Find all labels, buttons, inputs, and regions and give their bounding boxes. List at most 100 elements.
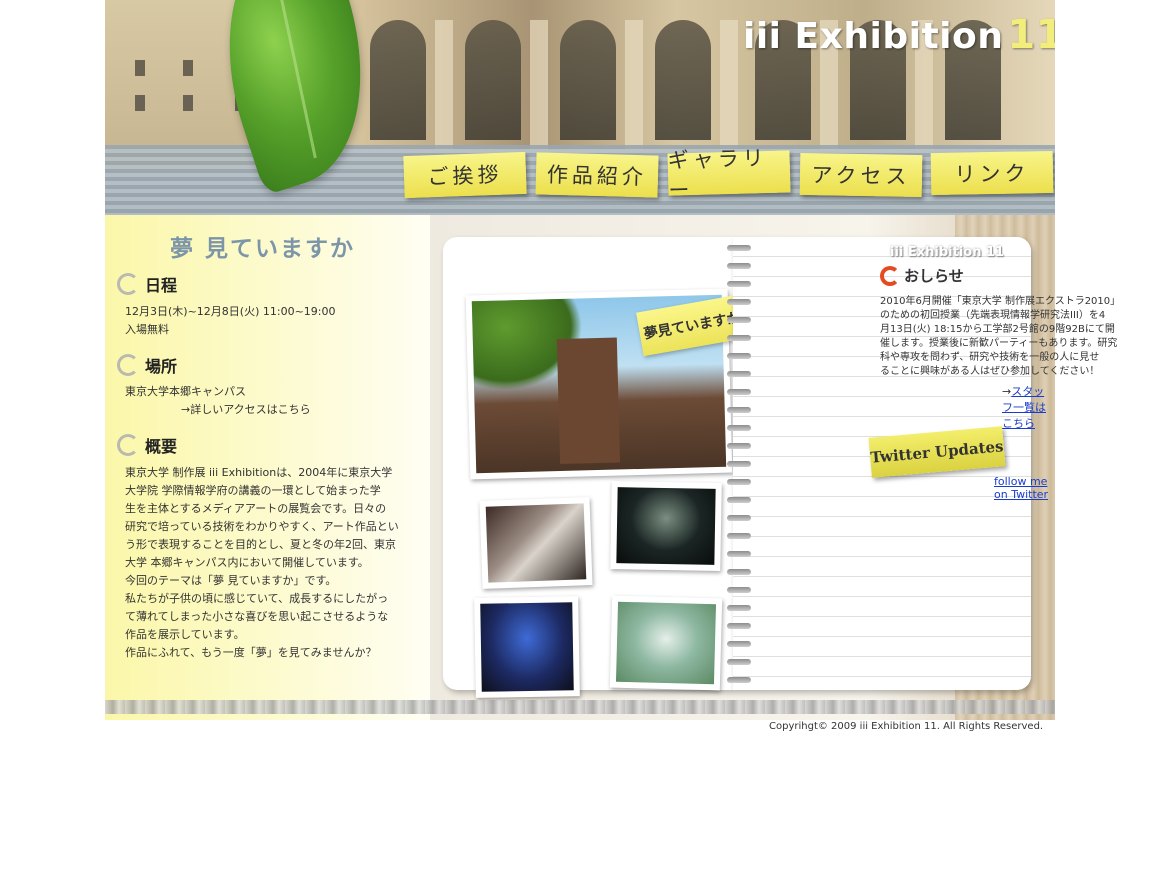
spiral-ring xyxy=(727,551,751,557)
nav-label: リンク xyxy=(954,161,1030,187)
pillar xyxy=(435,20,453,150)
pillar xyxy=(530,20,548,150)
photo-work-2[interactable] xyxy=(610,481,722,571)
work-image xyxy=(615,601,717,685)
swirl-icon xyxy=(117,273,139,295)
spiral-ring xyxy=(727,407,751,413)
site-logo[interactable]: iii Exhibition 11 xyxy=(743,12,1055,58)
staff-link-row: →スタッフ一覧はこちら xyxy=(1002,383,1055,431)
spiral-ring xyxy=(727,245,751,251)
spiral-ring xyxy=(727,605,751,611)
pillar xyxy=(625,20,643,150)
swirl-red-icon xyxy=(880,265,900,286)
spiral-ring xyxy=(727,335,751,341)
building-window xyxy=(135,60,145,76)
logo-text: iii Exhibition xyxy=(743,16,1004,57)
nav-gallery[interactable]: ギャラリー xyxy=(667,146,791,203)
news-heading: おしらせ xyxy=(880,265,964,286)
spiral-ring xyxy=(727,497,751,503)
page: iii Exhibition 11 ご挨拶 作品紹介 ギャラリー アクセス リンク… xyxy=(105,0,1120,740)
overview-line: 東京大学 制作展 iii Exhibitionは、2004年に東京大学 xyxy=(125,466,393,479)
spiral-ring xyxy=(727,659,751,665)
building-window xyxy=(183,60,193,76)
notebook-left-page: 夢見ていますか？ xyxy=(443,237,762,698)
spiral-ring xyxy=(727,317,751,323)
arrow-icon: → xyxy=(1002,385,1012,398)
copyright-text: Copyrihgt© 2009 iii Exhibition 11. All R… xyxy=(769,721,1044,732)
schedule-body: 12月3日(木)~12月8日(火) 11:00~19:00 入場無料 xyxy=(125,303,336,339)
notebook-spiral xyxy=(727,245,751,685)
spiral-ring xyxy=(727,587,751,593)
overview-line: 私たちが子供の頃に感じていて、成長するにしたがっ xyxy=(125,592,389,605)
overview-line: 大学 本郷キャンパス内において開催しています。 xyxy=(125,556,369,569)
building-window xyxy=(183,95,193,111)
swirl-icon xyxy=(117,434,139,456)
news-line: 科や専攻を問わず、研究や技術を一般の人に見せ xyxy=(880,352,1100,363)
spiral-ring xyxy=(727,533,751,539)
news-line: 月13日(火) 18:15から工学部2号館の9階92Bにて開 xyxy=(880,324,1115,335)
overview-title: 概要 xyxy=(145,437,178,456)
place-name: 東京大学本郷キャンパス xyxy=(125,385,246,398)
nav-label: 作品紹介 xyxy=(546,162,648,190)
news-line: ることに興味がある人はぜひ参加してください！ xyxy=(880,366,1100,377)
nav-links[interactable]: リンク xyxy=(930,150,1054,196)
photo-work-3[interactable] xyxy=(474,596,580,698)
overview-line: う形で表現することを目的とし、夏と冬の年2回、東京 xyxy=(125,538,396,551)
overview-line: 作品を展示しています。 xyxy=(125,628,245,641)
overview-line: て薄れてしまった小さな喜びを思い起こさせるような xyxy=(125,610,389,623)
spiral-ring xyxy=(727,443,751,449)
schedule-title: 日程 xyxy=(145,276,178,295)
logo-number: 11 xyxy=(1007,12,1055,58)
spiral-ring xyxy=(727,623,751,629)
spiral-ring xyxy=(727,677,751,683)
nav-label: アクセス xyxy=(811,163,911,189)
theme-tagline: 夢 見ていますか xyxy=(170,235,356,262)
spiral-ring xyxy=(727,371,751,377)
overview-line: 今回のテーマは「夢 見ていますか」です。 xyxy=(125,574,337,587)
spiral-ring xyxy=(727,353,751,359)
work-image xyxy=(616,487,716,565)
photo-work-4[interactable] xyxy=(609,595,723,691)
overview-heading: 概要 xyxy=(117,430,177,460)
spiral-ring xyxy=(727,281,751,287)
admission-note: 入場無料 xyxy=(125,323,169,336)
spiral-ring xyxy=(727,641,751,647)
tower-shape xyxy=(556,337,621,465)
overview-line: 作品にふれて、もう一度「夢」を見てみませんか？ xyxy=(125,646,377,659)
info-column: 夢 見ていますか 日程 12月3日(木)~12月8日(火) 11:00~19:0… xyxy=(105,215,430,720)
arch xyxy=(465,20,521,140)
spiral-ring xyxy=(727,461,751,467)
spiral-ring xyxy=(727,299,751,305)
overview-line: 研究で培っている技術をわかりやすく、アート作品とい xyxy=(125,520,399,533)
photo-work-1[interactable] xyxy=(479,497,593,589)
building-window xyxy=(135,95,145,111)
news-line: のための初回授業（先端表現情報学研究法III）を4 xyxy=(880,310,1106,321)
notebook-brand: iii Exhibition 11 xyxy=(890,245,1005,260)
schedule-date: 12月3日(木)~12月8日(火) 11:00~19:00 xyxy=(125,305,336,318)
place-heading: 場所 xyxy=(117,350,177,380)
nav-label: ギャラリー xyxy=(667,145,768,203)
nav-greeting[interactable]: ご挨拶 xyxy=(403,151,527,199)
news-line: 催します。授業後に新歓パーティーもあります。研究 xyxy=(880,338,1118,349)
overview-line: 生を主体とするメディアアートの展覧会です。日々の xyxy=(125,502,387,515)
place-body: 東京大学本郷キャンパス →詳しいアクセスはこちら xyxy=(125,383,311,419)
nav-access[interactable]: アクセス xyxy=(799,152,923,198)
schedule-heading: 日程 xyxy=(117,269,177,299)
overview-body: 東京大学 制作展 iii Exhibitionは、2004年に東京大学 大学院 … xyxy=(125,464,399,662)
work-image xyxy=(485,503,587,583)
nav-works[interactable]: 作品紹介 xyxy=(535,152,659,198)
place-title: 場所 xyxy=(145,357,178,376)
work-image xyxy=(480,602,574,692)
spiral-ring xyxy=(727,425,751,431)
spiral-ring xyxy=(727,515,751,521)
twitter-follow-link[interactable]: follow me on Twitter xyxy=(994,475,1055,501)
access-link[interactable]: →詳しいアクセスはこちら xyxy=(125,401,311,419)
nav-label: ご挨拶 xyxy=(427,162,503,190)
arch xyxy=(560,20,616,140)
swirl-icon xyxy=(117,354,139,376)
spiral-ring xyxy=(727,263,751,269)
overview-line: 大学院 学際情報学府の講義の一環として始まった学 xyxy=(125,484,381,497)
pillar xyxy=(720,20,738,150)
news-line: 2010年6月開催「東京大学 制作展エクストラ2010」 xyxy=(880,296,1121,307)
news-title: おしらせ xyxy=(904,267,964,285)
